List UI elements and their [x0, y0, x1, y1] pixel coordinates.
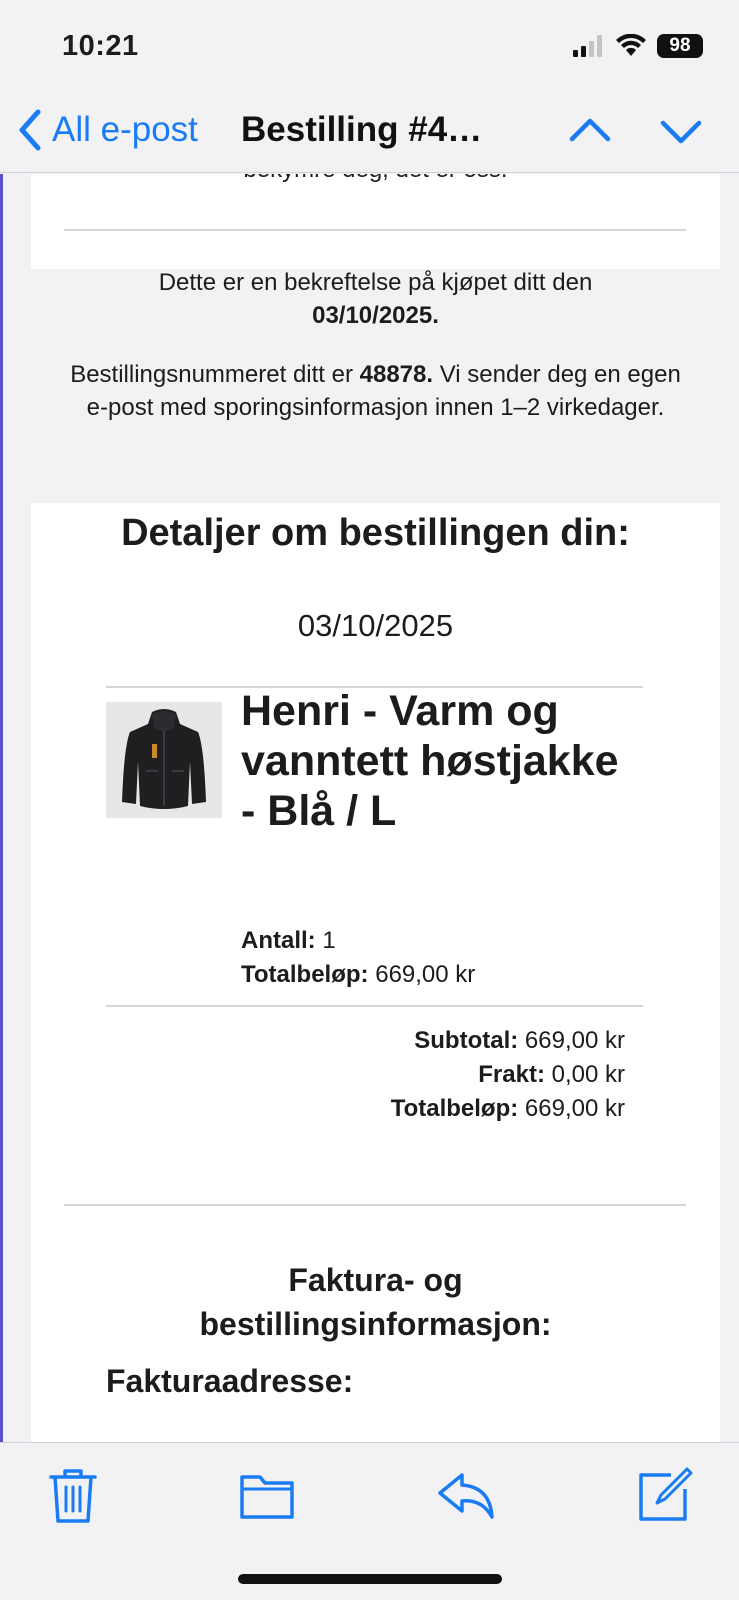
subtotal-label: Subtotal: [414, 1027, 519, 1054]
shipping-label: Frakt: [478, 1061, 545, 1088]
product-image[interactable] [106, 702, 222, 818]
total-row: Totalbeløp: 669,00 kr [391, 1092, 625, 1126]
quantity-label: Antall: [241, 927, 316, 954]
battery-level: 98 [669, 35, 691, 56]
product-total-label: Totalbeløp: [241, 961, 369, 988]
compose-icon[interactable] [635, 1465, 695, 1525]
chevron-left-icon [19, 109, 41, 151]
back-label: All e-post [52, 110, 198, 149]
order-number-paragraph: Bestillingsnummeret ditt er 48878. Vi se… [62, 358, 689, 424]
confirmation-paragraph: Dette er en bekreftelse på kjøpet ditt d… [31, 266, 720, 332]
cellular-signal-icon [573, 35, 602, 57]
intro-block: bekymre deg, det er oss. [31, 174, 720, 269]
product-total-value: 669,00 kr [375, 961, 476, 988]
cut-off-text: bekymre deg, det er oss. [31, 174, 720, 184]
nav-title: Bestilling #4… [241, 110, 483, 149]
nav-bar: All e-post Bestilling #4… [0, 95, 739, 173]
battery-icon: 98 [657, 34, 703, 58]
confirmation-text: Dette er en bekreftelse på kjøpet ditt d… [158, 269, 593, 296]
back-button[interactable]: All e-post [16, 105, 198, 155]
status-bar: 10:21 98 [0, 0, 739, 95]
email-body[interactable]: bekymre deg, det er oss. Dette er en bek… [0, 174, 739, 1442]
details-date: 03/10/2025 [297, 608, 454, 643]
subtotal-row: Subtotal: 669,00 kr [414, 1024, 625, 1058]
wifi-icon [616, 34, 646, 56]
quantity-value: 1 [322, 927, 336, 954]
jacket-icon [122, 709, 206, 809]
status-icons: 98 [573, 34, 703, 58]
folder-icon[interactable] [238, 1465, 298, 1525]
confirmation-date: 03/10/2025. [312, 302, 439, 329]
invoice-heading: Faktura- og bestillingsinformasjon: [31, 1258, 720, 1346]
product-name[interactable]: Henri - Varm og vanntett høstjakke - Blå… [241, 686, 621, 836]
status-time: 10:21 [62, 30, 139, 62]
product-quantity: Antall: 1 [241, 924, 336, 958]
reply-icon[interactable] [436, 1465, 496, 1525]
total-value: 669,00 kr [524, 1095, 625, 1122]
home-indicator[interactable] [238, 1574, 502, 1584]
total-label: Totalbeløp: [390, 1095, 519, 1122]
billing-address-heading: Fakturaadresse: [106, 1363, 354, 1399]
shipping-value: 0,00 kr [551, 1061, 625, 1088]
subtotal-value: 669,00 kr [524, 1027, 625, 1054]
order-intro: Bestillingsnummeret ditt er [70, 361, 353, 388]
invoice-heading-line1: Faktura- og [288, 1262, 463, 1298]
divider [64, 229, 686, 231]
order-number: 48878. [359, 361, 434, 388]
thread-indicator [0, 174, 3, 1442]
divider [106, 1005, 643, 1007]
previous-message-button[interactable] [566, 107, 614, 155]
invoice-heading-line2: bestillingsinformasjon: [199, 1306, 552, 1342]
next-message-button[interactable] [657, 107, 705, 155]
divider [64, 1204, 686, 1206]
details-heading: Detaljer om bestillingen din: [121, 512, 630, 554]
trash-icon[interactable] [43, 1465, 103, 1525]
shipping-row: Frakt: 0,00 kr [478, 1058, 625, 1092]
product-total: Totalbeløp: 669,00 kr [241, 958, 475, 992]
